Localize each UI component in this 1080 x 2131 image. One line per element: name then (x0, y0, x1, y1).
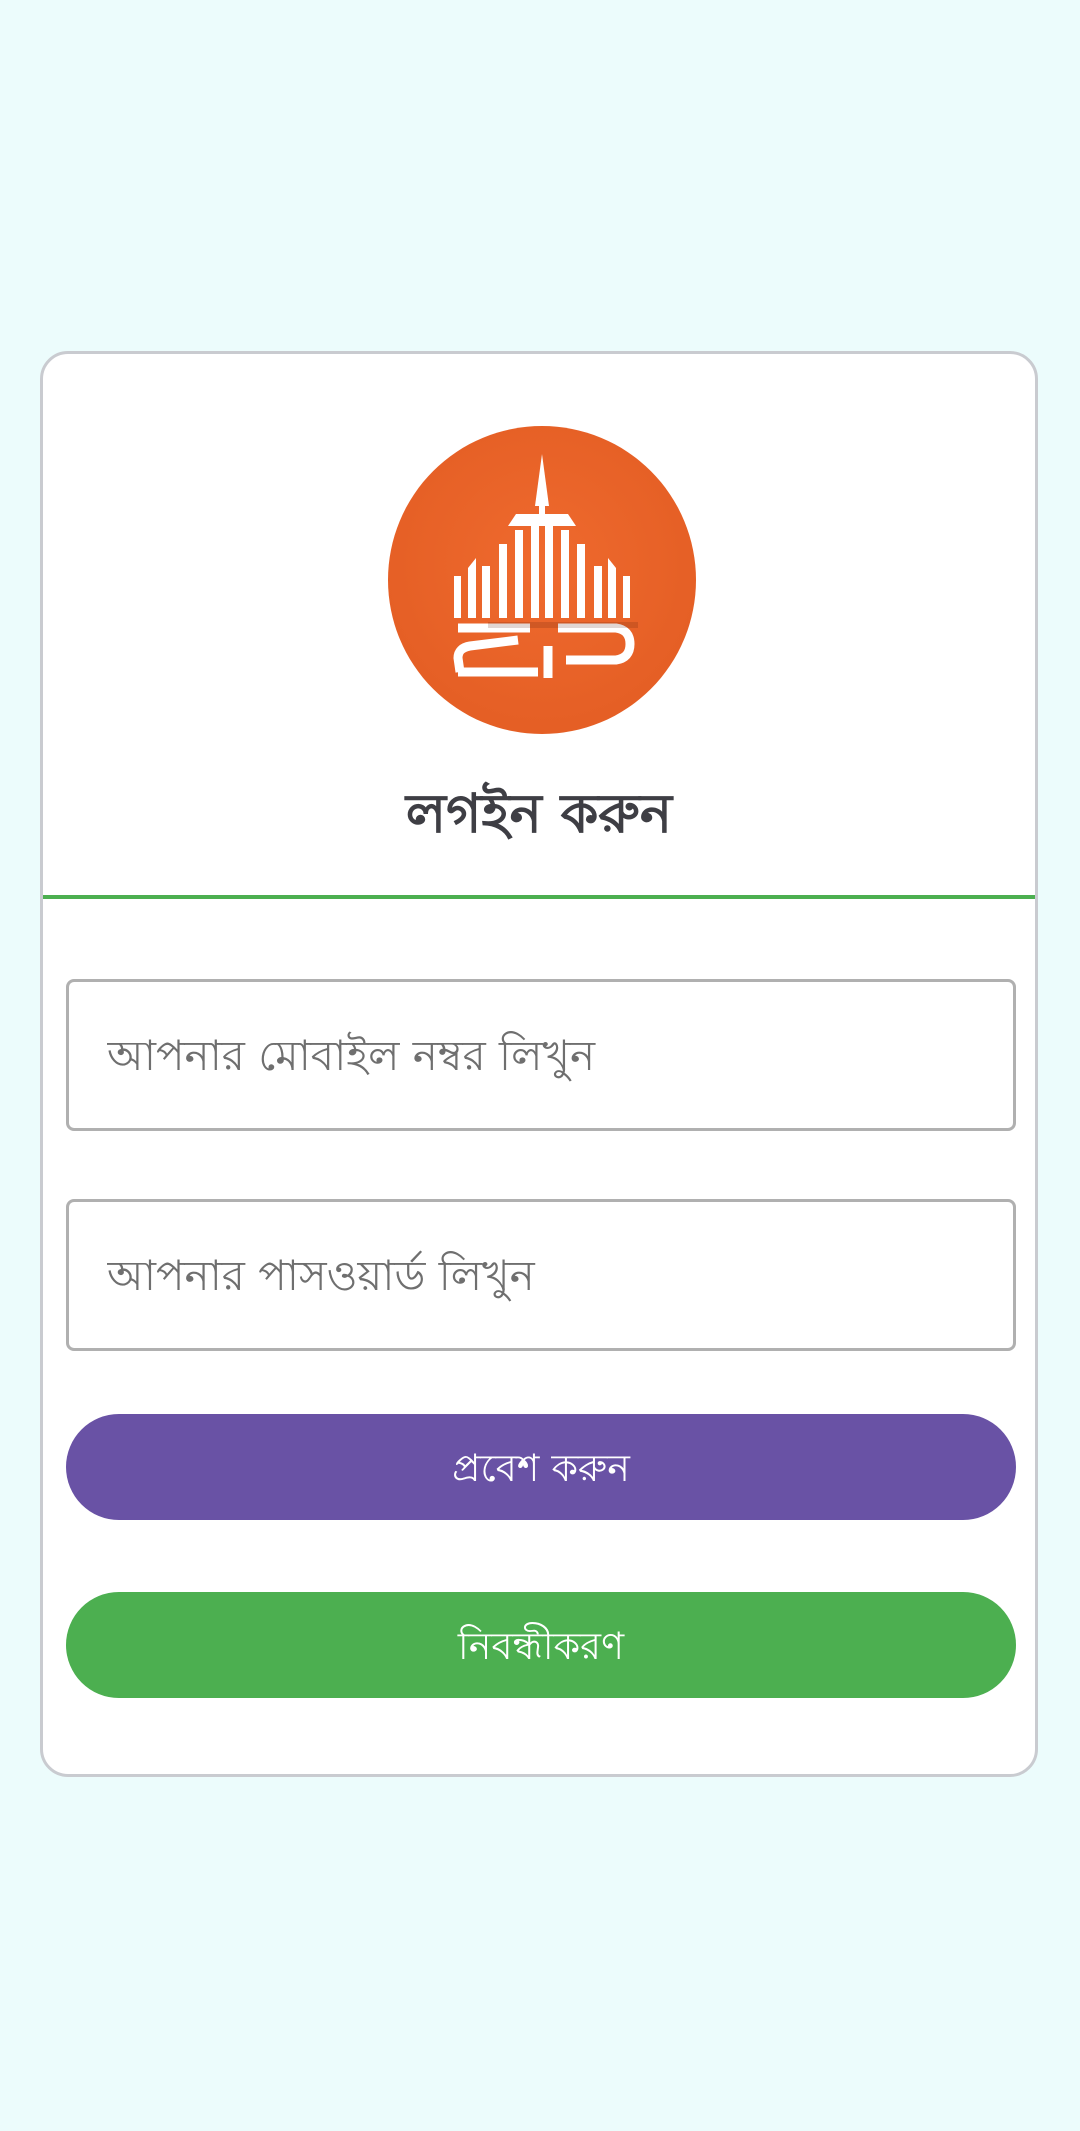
login-card: লগইন করুন প্রবেশ করুন নিবন্ধীকরণ (40, 351, 1038, 1777)
login-button[interactable]: প্রবেশ করুন (66, 1414, 1016, 1520)
page-title: লগইন করুন (405, 782, 673, 845)
password-input[interactable] (66, 1199, 1016, 1351)
divider (43, 895, 1035, 899)
building-logo-icon (388, 426, 696, 734)
register-button[interactable]: নিবন্ধীকরণ (66, 1592, 1016, 1698)
mobile-number-input[interactable] (66, 979, 1016, 1131)
